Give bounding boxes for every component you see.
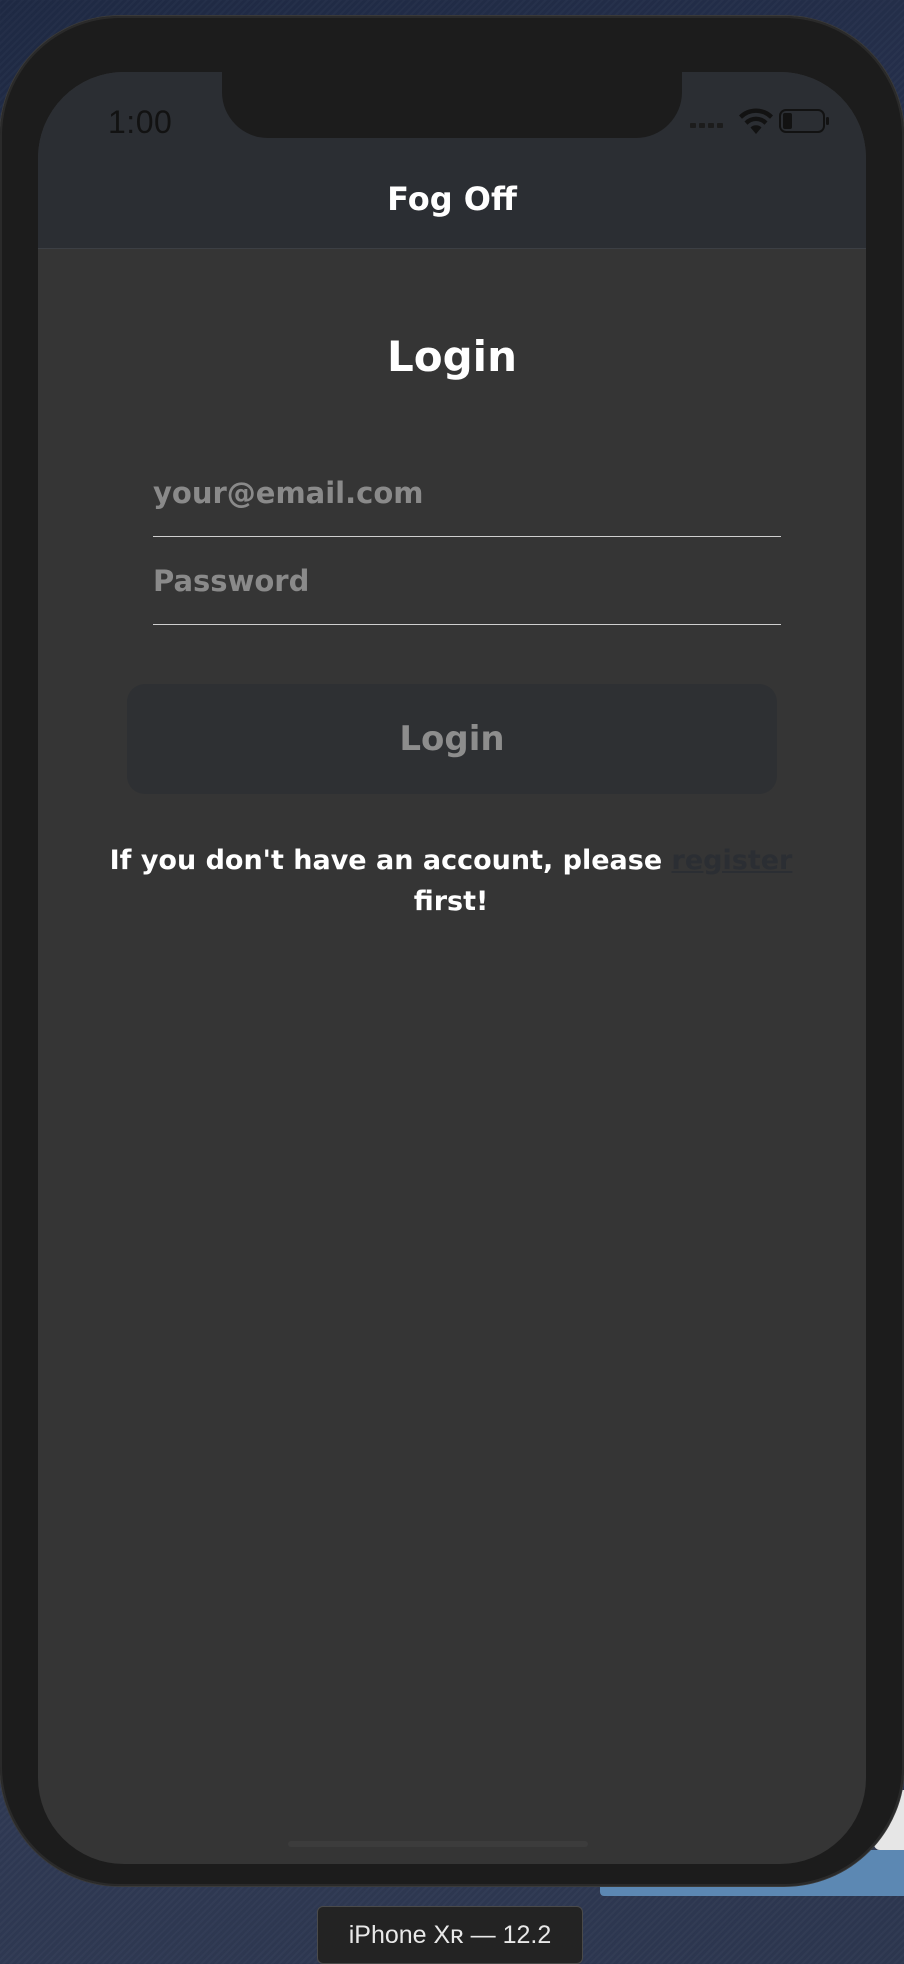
- register-link[interactable]: register: [672, 845, 793, 876]
- home-indicator: [288, 1841, 588, 1847]
- device-notch: [222, 72, 682, 138]
- app-screen: 1:00 Fog Off Login Login: [38, 72, 866, 1864]
- signal-dots-icon: [690, 123, 723, 128]
- battery-icon: [779, 109, 829, 133]
- navigation-bar: 1:00 Fog Off: [38, 72, 866, 249]
- wifi-icon: [739, 108, 773, 134]
- simulator-device-frame: 1:00 Fog Off Login Login: [0, 16, 904, 1886]
- register-prompt-text: If you don't have an account, please: [109, 845, 672, 876]
- register-prompt: If you don't have an account, please reg…: [104, 840, 798, 922]
- status-time: 1:00: [108, 104, 173, 140]
- page-title: Login: [387, 332, 517, 381]
- password-field-container: [153, 538, 781, 625]
- register-prompt-suffix: first!: [413, 886, 489, 917]
- email-field[interactable]: [153, 450, 781, 536]
- email-field-container: [153, 450, 781, 537]
- simulator-device-label: iPhone Xʀ — 12.2: [317, 1906, 583, 1964]
- login-button[interactable]: Login: [127, 684, 777, 794]
- nav-title: Fog Off: [387, 180, 517, 218]
- password-field[interactable]: [153, 538, 781, 624]
